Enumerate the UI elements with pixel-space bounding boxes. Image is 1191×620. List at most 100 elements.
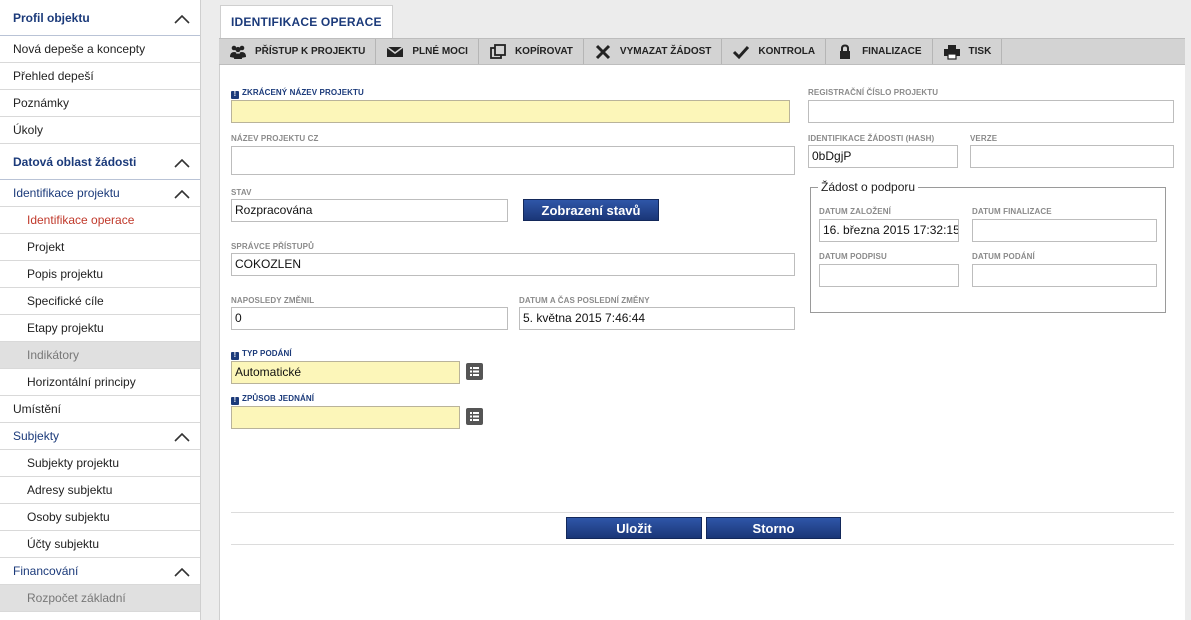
main-panel: IDENTIFIKACE OPERACE PŘÍSTUP K PROJEKTU … — [219, 0, 1191, 620]
version-field — [970, 145, 1174, 168]
sidebar-item-horizontalni-principy[interactable]: Horizontální principy — [0, 369, 200, 396]
hash-field: 0bDgjP — [808, 145, 958, 168]
divider — [231, 512, 1174, 513]
finalized-field — [972, 219, 1157, 242]
sidebar-item-datova-oblast-zadosti[interactable]: Datová oblast žádosti — [0, 144, 200, 180]
sidebar-item-financovani[interactable]: Financování — [0, 558, 200, 585]
cancel-button[interactable]: Storno — [706, 517, 841, 539]
sidebar-item-nova-depese-a-koncepty[interactable]: Nová depeše a koncepty — [0, 36, 200, 63]
sidebar-item-ukoly[interactable]: Úkoly — [0, 117, 200, 144]
save-button[interactable]: Uložit — [566, 517, 702, 539]
list-icon[interactable] — [466, 363, 483, 380]
sidebar-item-label: Osoby subjektu — [27, 510, 110, 524]
check-label: KONTROLA — [758, 46, 816, 57]
submission-type-label: ! TYP PODÁNÍ — [231, 349, 292, 360]
sidebar-item-ucty-subjektu[interactable]: Účty subjektu — [0, 531, 200, 558]
sidebar-item-label: Etapy projektu — [27, 321, 104, 335]
access-project-button[interactable]: PŘÍSTUP K PROJEKTU — [219, 39, 377, 64]
name-cz-input[interactable] — [231, 146, 795, 175]
sidebar-item-prehled-depesi[interactable]: Přehled depeší — [0, 63, 200, 90]
people-icon — [229, 44, 247, 60]
sidebar-item-specificke-cile[interactable]: Specifické cíle — [0, 288, 200, 315]
sidebar-item-label: Specifické cíle — [27, 294, 104, 308]
check-icon — [732, 44, 750, 60]
lock-icon — [836, 43, 854, 60]
print-label: TISK — [968, 46, 992, 57]
sidebar-item-label: Umístění — [13, 402, 62, 416]
version-label: VERZE — [970, 134, 998, 143]
signed-field — [819, 264, 959, 287]
chevron-up-icon[interactable] — [174, 158, 190, 171]
last-change-label: DATUM A ČAS POSLEDNÍ ZMĚNY — [519, 296, 650, 305]
sidebar-item-indikatory[interactable]: Indikátory — [0, 342, 200, 369]
name-cz-label: NÁZEV PROJEKTU CZ — [231, 134, 319, 143]
required-icon: ! — [231, 352, 239, 360]
sidebar-item-label: Úkoly — [13, 123, 44, 137]
copy-label: KOPÍROVAT — [514, 46, 573, 57]
powers-of-attorney-button[interactable]: PLNÉ MOCI — [376, 39, 479, 64]
sidebar-item-profil-objektu[interactable]: Profil objektu — [0, 0, 200, 36]
sidebar-item-label: Přehled depeší — [13, 69, 94, 83]
chevron-up-icon[interactable] — [174, 433, 190, 445]
sidebar-item-label: Financování — [13, 564, 79, 578]
access-project-label: PŘÍSTUP K PROJEKTU — [255, 46, 366, 57]
sidebar-item-label: Projekt — [27, 240, 65, 254]
reg-number-field — [808, 100, 1174, 123]
sidebar-item-label: Adresy subjektu — [27, 483, 113, 497]
finalize-button[interactable]: FINALIZACE — [826, 39, 933, 64]
sidebar-item-rozpocet-zakladni[interactable]: Rozpočet základní — [0, 585, 200, 612]
required-icon: ! — [231, 91, 239, 99]
tab-identifikace-operace[interactable]: IDENTIFIKACE OPERACE — [220, 5, 393, 38]
last-changed-by-field: 0 — [231, 307, 508, 330]
sidebar-item-label: Rozpočet základní — [27, 591, 126, 605]
submitted-label: DATUM PODÁNÍ — [972, 252, 1035, 261]
delete-request-button[interactable]: VYMAZAT ŽÁDOST — [584, 39, 723, 64]
signed-label: DATUM PODPISU — [819, 252, 887, 261]
sidebar-item-label: Profil objektu — [13, 11, 90, 25]
sidebar-item-label: Datová oblast žádosti — [13, 155, 137, 169]
finalized-label: DATUM FINALIZACE — [972, 207, 1052, 216]
sidebar-item-label: Subjekty projektu — [27, 456, 120, 470]
check-button[interactable]: KONTROLA — [722, 39, 827, 64]
sidebar-item-umisteni[interactable]: Umístění — [0, 396, 200, 423]
negotiation-select[interactable] — [231, 406, 460, 429]
sidebar-item-label: Indikátory — [27, 348, 80, 362]
sidebar-item-label: Identifikace projektu — [13, 186, 120, 200]
sidebar-item-adresy-subjektu[interactable]: Adresy subjektu — [0, 477, 200, 504]
printer-icon — [943, 44, 961, 60]
print-button[interactable]: TISK — [933, 39, 1003, 64]
short-name-input[interactable] — [231, 100, 790, 123]
submission-type-select[interactable]: Automatické — [231, 361, 460, 384]
chevron-up-icon[interactable] — [174, 14, 190, 27]
sidebar-item-label: Účty subjektu — [27, 537, 100, 551]
sidebar-item-identifikace-operace[interactable]: Identifikace operace — [0, 207, 200, 234]
sidebar-item-label: Subjekty — [13, 429, 60, 443]
chevron-up-icon[interactable] — [174, 190, 190, 202]
x-icon — [594, 44, 612, 60]
hash-label: IDENTIFIKACE ŽÁDOSTI (HASH) — [808, 134, 935, 143]
divider — [231, 544, 1174, 545]
show-states-button[interactable]: Zobrazení stavů — [523, 199, 659, 221]
copy-icon — [489, 43, 507, 60]
created-label: DATUM ZALOŽENÍ — [819, 207, 891, 216]
created-field: 16. března 2015 17:32:15 — [819, 219, 959, 242]
sidebar-item-label: Poznámky — [13, 96, 70, 110]
sidebar-item-subjekty[interactable]: Subjekty — [0, 423, 200, 450]
sidebar-nav: Profil objektu Nová depeše a koncepty Přeh… — [0, 0, 201, 620]
support-fieldset — [810, 187, 1166, 313]
negotiation-label: ! ZPŮSOB JEDNÁNÍ — [231, 394, 314, 405]
sidebar-item-etapy-projektu[interactable]: Etapy projektu — [0, 315, 200, 342]
chevron-up-icon[interactable] — [174, 568, 190, 580]
list-icon[interactable] — [466, 408, 483, 425]
copy-button[interactable]: KOPÍROVAT — [479, 39, 584, 64]
sidebar-item-subjekty-projektu[interactable]: Subjekty projektu — [0, 450, 200, 477]
sidebar-item-label: Identifikace operace — [27, 213, 135, 227]
finalize-label: FINALIZACE — [862, 46, 922, 57]
sidebar-item-projekt[interactable]: Projekt — [0, 234, 200, 261]
sidebar-item-osoby-subjektu[interactable]: Osoby subjektu — [0, 504, 200, 531]
last-change-field: 5. května 2015 7:46:44 — [519, 307, 795, 330]
sidebar-item-popis-projektu[interactable]: Popis projektu — [0, 261, 200, 288]
state-field: Rozpracována — [231, 199, 508, 222]
sidebar-item-poznamky[interactable]: Poznámky — [0, 90, 200, 117]
sidebar-item-identifikace-projektu[interactable]: Identifikace projektu — [0, 180, 200, 207]
